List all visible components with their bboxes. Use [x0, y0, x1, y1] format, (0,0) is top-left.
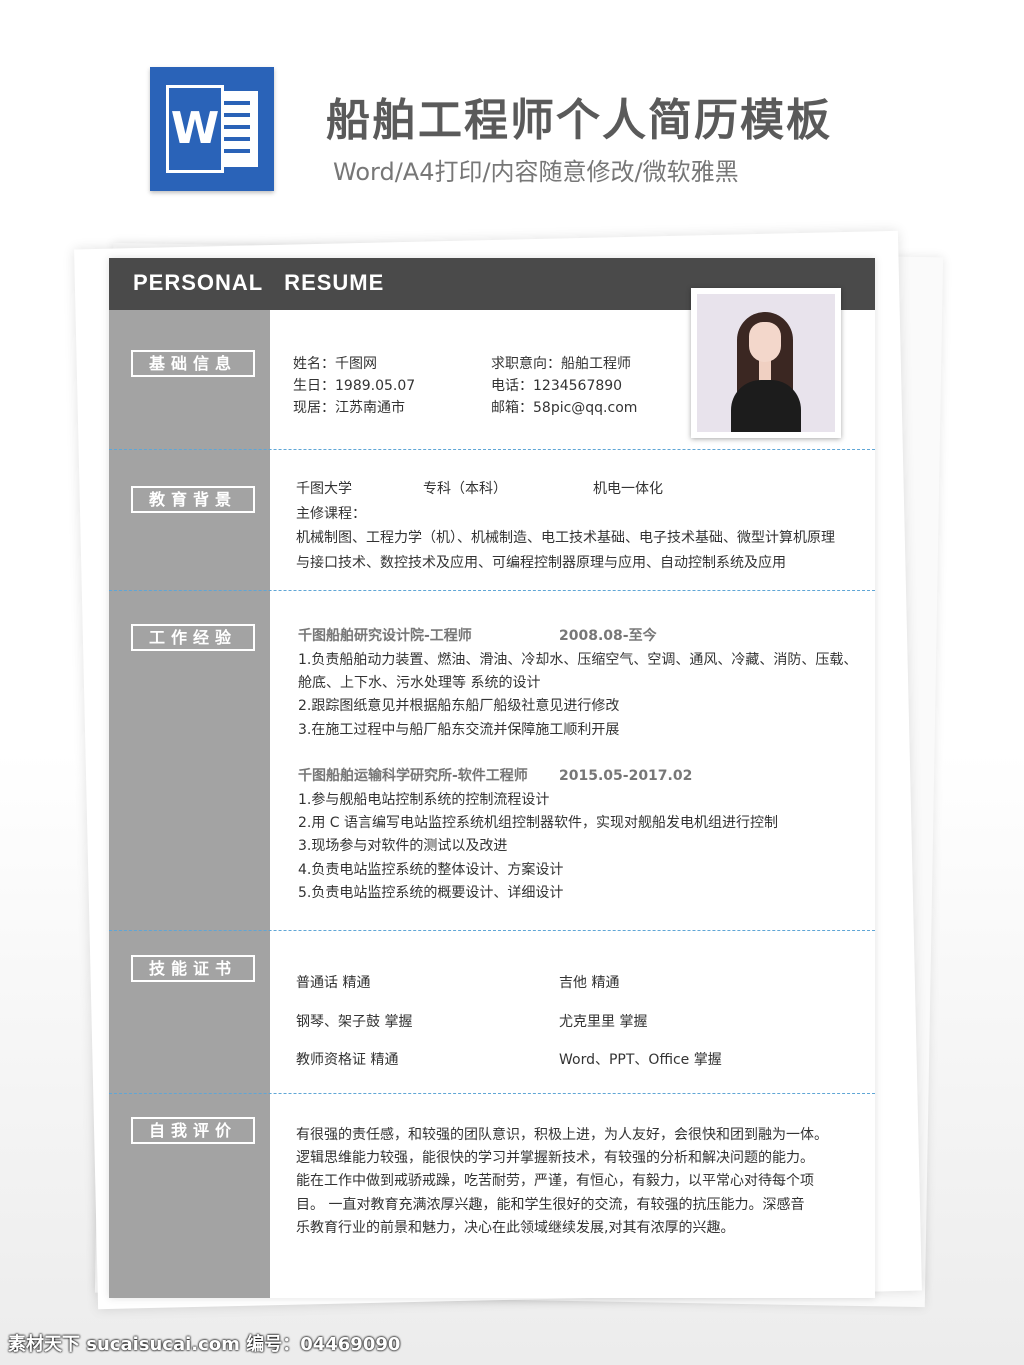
self-line: 逻辑思维能力较强，能很快的学习并掌握新技术，有较强的分析和解决问题的能力。: [296, 1150, 814, 1166]
edu-courses-line: 与接口技术、数控技术及应用、可编程控制器原理与应用、自动控制系统及应用: [296, 555, 786, 571]
watermark: 素材天下 sucaisucai.com 编号：04469090: [8, 1334, 401, 1355]
job-line: 舱底、上下水、污水处理等 系统的设计: [298, 675, 541, 691]
skill-item: 尤克里里 掌握: [559, 1014, 648, 1030]
job-line: 2.用 C 语言编写电站监控系统机组控制器软件，实现对舰船发电机组进行控制: [298, 815, 779, 831]
resume-sidebar: [109, 310, 270, 1298]
basic-name: 姓名：千图网: [293, 356, 377, 372]
job-line: 4.负责电站监控系统的整体设计、方案设计: [298, 862, 564, 878]
edu-courses-line: 机械制图、工程力学（机）、机械制造、电工技术基础、电子技术基础、微型计算机原理: [296, 530, 835, 546]
portrait-body: [731, 380, 801, 432]
skill-item: 吉他 精通: [559, 975, 620, 991]
skill-item: Word、PPT、Office 掌握: [559, 1052, 722, 1068]
portrait-image: [697, 294, 835, 432]
section-divider: [109, 590, 875, 591]
job-date: 2015.05-2017.02: [559, 768, 693, 784]
edu-courses-title: 主修课程：: [296, 506, 366, 522]
section-divider: [109, 930, 875, 931]
section-label-work: 工作经验: [131, 624, 255, 651]
self-line: 能在工作中做到戒骄戒躁，吃苦耐劳，严谨，有恒心，有毅力，以平常心对待每个项: [296, 1173, 814, 1189]
job-line: 1.负责船舶动力装置、燃油、滑油、冷却水、压缩空气、空调、通风、冷藏、消防、压载…: [298, 652, 858, 668]
skill-item: 钢琴、架子鼓 掌握: [296, 1014, 413, 1030]
resume-sheet: PERSONAL RESUME 基础信息 姓名：千图网 生日：1989.05.0…: [109, 258, 875, 1298]
basic-email: 邮箱：58pic@qq.com: [491, 400, 638, 416]
edu-degree: 专科（本科）: [423, 481, 507, 497]
self-line: 乐教育行业的前景和魅力，决心在此领域继续发展,对其有浓厚的兴趣。: [296, 1220, 735, 1236]
section-label-skills: 技能证书: [131, 955, 255, 982]
word-logo-icon: W: [150, 67, 274, 191]
job-line: 2.跟踪图纸意见并根据船东船厂船级社意见进行修改: [298, 698, 620, 714]
section-label-education: 教育背景: [131, 486, 255, 513]
profile-photo: [691, 288, 841, 438]
portrait-face: [749, 322, 781, 362]
job-line: 5.负责电站监控系统的概要设计、详细设计: [298, 885, 564, 901]
basic-birth: 生日：1989.05.07: [293, 378, 416, 394]
job-date: 2008.08-至今: [559, 628, 657, 644]
basic-phone: 电话：1234567890: [491, 378, 623, 394]
job-title: 千图船舶运输科学研究所-软件工程师: [298, 768, 528, 784]
job-title: 千图船舶研究设计院-工程师: [298, 628, 472, 644]
basic-residence: 现居：江苏南通市: [293, 400, 405, 416]
edu-school: 千图大学: [296, 481, 352, 497]
self-line: 有很强的责任感，和较强的团队意识，积极上进，为人友好，会很快和团到融为一体。: [296, 1127, 828, 1143]
logo-letter: W: [166, 85, 224, 173]
section-label-self: 自我评价: [131, 1117, 255, 1144]
basic-intent: 求职意向：船舶工程师: [491, 356, 631, 372]
job-line: 1.参与舰船电站控制系统的控制流程设计: [298, 792, 550, 808]
job-line: 3.现场参与对软件的测试以及改进: [298, 838, 508, 854]
skill-item: 教师资格证 精通: [296, 1052, 399, 1068]
section-label-basic: 基础信息: [131, 350, 255, 377]
self-line: 目。 一直对教育充满浓厚兴趣，能和学生很好的交流，有较强的抗压能力。深感音: [296, 1197, 805, 1213]
section-divider: [109, 1093, 875, 1094]
page-subtitle: Word/A4打印/内容随意修改/微软雅黑: [333, 158, 739, 186]
edu-major: 机电一体化: [593, 481, 663, 497]
skill-item: 普通话 精通: [296, 975, 371, 991]
section-divider: [109, 449, 875, 450]
banner-text: PERSONAL RESUME: [133, 270, 385, 295]
job-line: 3.在施工过程中与船厂船东交流并保障施工顺利开展: [298, 722, 620, 738]
page-title: 船舶工程师个人简历模板: [326, 95, 832, 146]
